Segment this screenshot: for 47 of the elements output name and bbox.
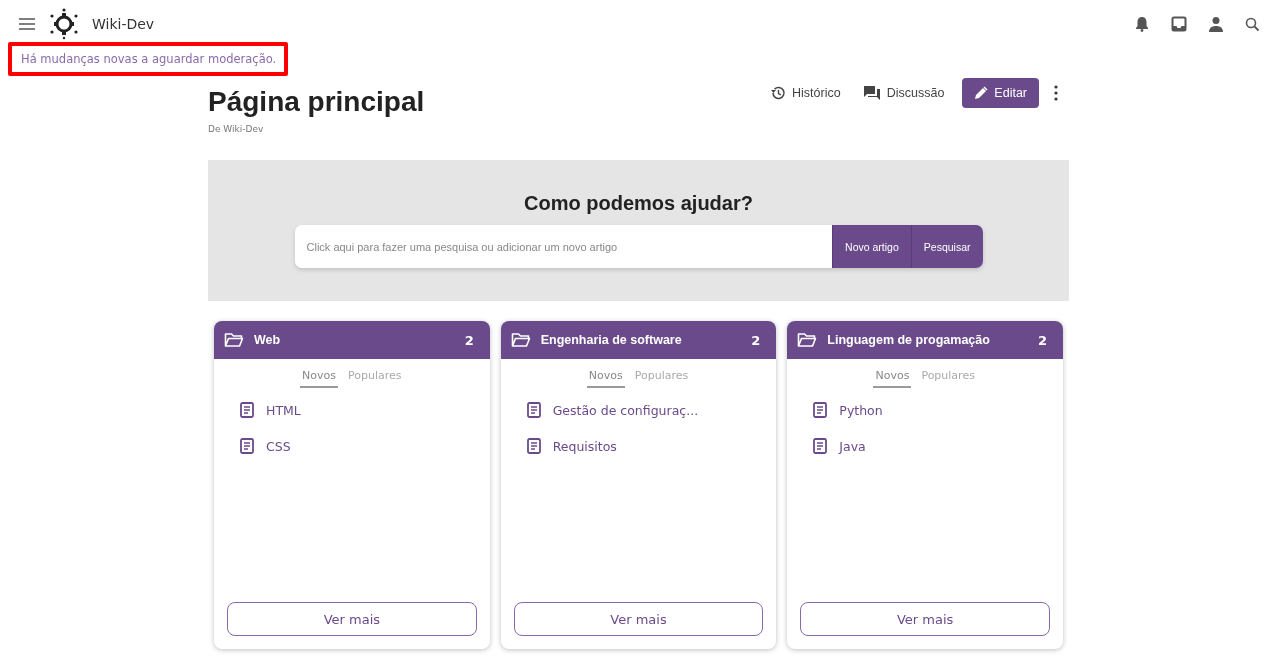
moderation-notice[interactable]: Há mudanças novas a aguardar moderação. bbox=[8, 42, 289, 76]
banner-title: Como podemos ajudar? bbox=[524, 192, 753, 215]
article-count: 2 bbox=[1037, 332, 1047, 348]
article-link[interactable]: Python bbox=[839, 402, 883, 418]
see-more-button[interactable]: Ver mais bbox=[513, 602, 764, 636]
site-name[interactable]: Wiki-Dev bbox=[92, 16, 155, 32]
page-title: Página principal bbox=[208, 85, 425, 119]
folder-icon bbox=[797, 332, 818, 348]
more-icon[interactable] bbox=[1053, 84, 1059, 102]
folder-icon bbox=[224, 332, 244, 348]
see-more-button[interactable]: Ver mais bbox=[800, 602, 1050, 636]
article-link[interactable]: CSS bbox=[266, 438, 291, 454]
article-link[interactable]: Java bbox=[839, 438, 866, 454]
history-icon bbox=[770, 85, 787, 101]
article-link[interactable]: Requisitos bbox=[552, 438, 617, 454]
document-icon bbox=[526, 402, 541, 418]
folder-icon bbox=[510, 332, 531, 348]
discussion-button[interactable]: Discussão bbox=[858, 79, 949, 107]
document-icon bbox=[813, 402, 828, 418]
card-tab[interactable]: Novos bbox=[873, 369, 912, 388]
menu-icon[interactable] bbox=[18, 17, 36, 31]
edit-button[interactable]: Editar bbox=[962, 78, 1039, 108]
search-icon[interactable] bbox=[1245, 16, 1260, 32]
card-tab[interactable]: Novos bbox=[586, 369, 625, 388]
user-icon[interactable] bbox=[1209, 16, 1223, 32]
card-tab[interactable]: Novos bbox=[300, 369, 339, 388]
search-button[interactable]: Pesquisar bbox=[910, 225, 983, 268]
history-button[interactable]: Histórico bbox=[766, 79, 845, 107]
document-icon bbox=[813, 438, 828, 454]
chat-icon bbox=[862, 85, 881, 101]
category-name[interactable]: Linguagem de progamação bbox=[827, 333, 1028, 347]
page-subtitle: De Wiki-Dev bbox=[208, 124, 265, 134]
bell-icon[interactable] bbox=[1135, 16, 1149, 32]
document-icon bbox=[240, 402, 254, 418]
category-name[interactable]: Web bbox=[254, 333, 455, 347]
document-icon bbox=[526, 438, 541, 454]
article-link[interactable]: Gestão de configuraç... bbox=[552, 402, 699, 418]
search-field[interactable]: Click aqui para fazer uma pesquisa ou adicionar um novo artigo bbox=[294, 225, 833, 268]
article-link[interactable]: HTML bbox=[266, 402, 301, 418]
document-icon bbox=[240, 438, 254, 454]
inbox-icon[interactable] bbox=[1171, 16, 1187, 32]
pencil-icon bbox=[974, 86, 989, 100]
article-count: 2 bbox=[464, 332, 474, 348]
see-more-button[interactable]: Ver mais bbox=[227, 602, 477, 636]
article-count: 2 bbox=[751, 332, 761, 348]
new-article-button[interactable]: Novo artigo bbox=[832, 225, 911, 268]
category-name[interactable]: Engenharia de software bbox=[540, 333, 742, 347]
